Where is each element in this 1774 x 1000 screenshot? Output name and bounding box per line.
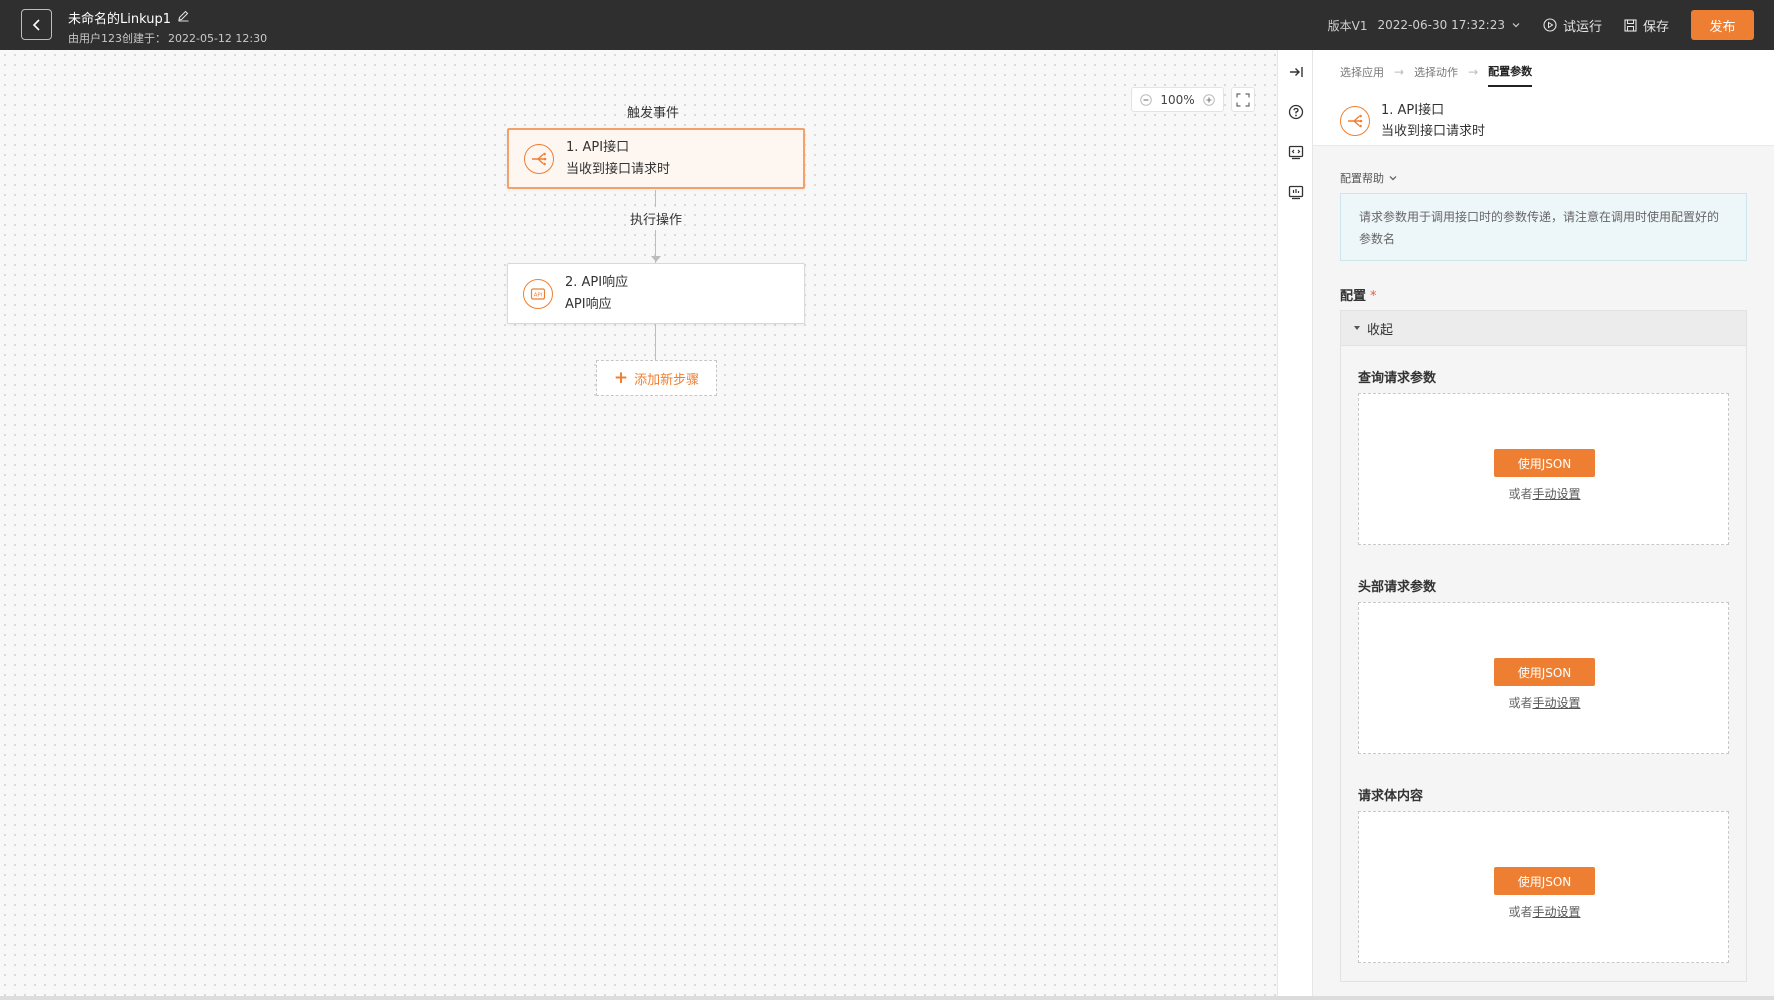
fullscreen-button[interactable] bbox=[1231, 87, 1255, 112]
collapse-label: 收起 bbox=[1367, 322, 1394, 338]
arrow-right-icon: → bbox=[1394, 65, 1405, 79]
trial-run-button[interactable]: 试运行 bbox=[1543, 16, 1602, 35]
flow-node-trigger[interactable]: 1. API接口 当收到接口请求时 bbox=[507, 128, 805, 189]
created-at: 2022-05-12 12:30 bbox=[168, 32, 268, 45]
publish-button[interactable]: 发布 bbox=[1691, 10, 1754, 40]
required-mark: * bbox=[1370, 289, 1377, 304]
edit-title-icon[interactable] bbox=[177, 9, 190, 26]
config-panel: 选择应用 → 选择动作 → 配置参数 1. API接口 当收到接口请求时 配置帮… bbox=[1313, 50, 1774, 996]
collapse-toggle[interactable]: 收起 bbox=[1340, 310, 1747, 346]
config-help-text: 请求参数用于调用接口时的参数传递，请注意在调用时使用配置好的参数名 bbox=[1340, 193, 1747, 261]
use-json-button[interactable]: 使用JSON bbox=[1494, 658, 1595, 686]
webhook-icon bbox=[524, 143, 554, 174]
version-time: 2022-06-30 17:32:23 bbox=[1377, 18, 1505, 32]
action-label: 执行操作 bbox=[630, 207, 683, 230]
selected-node: 1. API接口 当收到接口请求时 bbox=[1340, 100, 1485, 142]
top-bar: 未命名的Linkup1 由用户123创建于： 2022-05-12 12:30 版… bbox=[0, 0, 1774, 50]
config-help-label: 配置帮助 bbox=[1340, 172, 1384, 185]
caret-down-icon bbox=[1354, 326, 1360, 330]
title-block: 未命名的Linkup1 由用户123创建于： 2022-05-12 12:30 bbox=[68, 8, 267, 46]
plus-icon: + bbox=[613, 367, 629, 388]
selected-node-subtitle: 当收到接口请求时 bbox=[1381, 124, 1486, 139]
save-button[interactable]: 保存 bbox=[1624, 16, 1669, 35]
manual-setup-link[interactable]: 手动设置 bbox=[1533, 487, 1581, 501]
use-json-button[interactable]: 使用JSON bbox=[1494, 449, 1595, 477]
webhook-icon bbox=[1340, 106, 1370, 136]
query-params-zone: 使用JSON 或者手动设置 bbox=[1358, 393, 1729, 545]
config-label: 配置 * bbox=[1340, 285, 1377, 304]
selected-node-title: 1. API接口 bbox=[1381, 103, 1445, 118]
top-actions: 版本V1 2022-06-30 17:32:23 试运行 保存 发布 bbox=[1328, 9, 1754, 41]
svg-text:API: API bbox=[534, 292, 543, 298]
add-step-button[interactable]: + 添加新步骤 bbox=[596, 360, 717, 396]
bottom-border bbox=[0, 996, 1774, 1000]
code-icon[interactable] bbox=[1286, 142, 1306, 162]
version-selector[interactable]: 版本V1 2022-06-30 17:32:23 bbox=[1328, 17, 1521, 34]
api-icon: API bbox=[523, 278, 553, 309]
step-breadcrumb: 选择应用 → 选择动作 → 配置参数 bbox=[1340, 62, 1533, 87]
use-json-button[interactable]: 使用JSON bbox=[1494, 867, 1595, 895]
flow-canvas[interactable]: 100% 触发事件 1. API接口 当收到接口请求时 执行操作 API 2. … bbox=[0, 50, 1277, 996]
chevron-down-icon bbox=[1512, 23, 1520, 28]
back-button[interactable] bbox=[21, 9, 52, 40]
section-title-body: 请求体内容 bbox=[1358, 789, 1424, 804]
side-toolbar bbox=[1277, 50, 1313, 996]
node-title: 2. API响应 bbox=[565, 274, 629, 290]
config-label-text: 配置 bbox=[1340, 289, 1367, 304]
panel-header: 选择应用 → 选择动作 → 配置参数 1. API接口 当收到接口请求时 bbox=[1313, 50, 1774, 146]
step-config-params[interactable]: 配置参数 bbox=[1488, 57, 1533, 87]
save-label: 保存 bbox=[1642, 19, 1669, 35]
help-icon[interactable] bbox=[1286, 102, 1306, 122]
collapse-panel-icon[interactable] bbox=[1286, 62, 1306, 82]
node-subtitle: API响应 bbox=[565, 296, 612, 312]
step-select-action[interactable]: 选择动作 bbox=[1414, 58, 1458, 86]
step-select-app[interactable]: 选择应用 bbox=[1340, 58, 1384, 86]
zoom-level: 100% bbox=[1160, 92, 1195, 107]
zoom-out-icon[interactable] bbox=[1140, 93, 1152, 106]
manual-setup-link[interactable]: 手动设置 bbox=[1533, 696, 1581, 710]
section-title-header: 头部请求参数 bbox=[1358, 580, 1437, 595]
fullscreen-icon bbox=[1236, 92, 1250, 107]
chevron-left-icon bbox=[32, 18, 40, 31]
or-text: 或者 bbox=[1508, 487, 1533, 501]
flow-node-response[interactable]: API 2. API响应 API响应 bbox=[507, 263, 805, 324]
manual-setup-link[interactable]: 手动设置 bbox=[1533, 905, 1581, 919]
header-params-zone: 使用JSON 或者手动设置 bbox=[1358, 602, 1729, 754]
created-by-label: 由用户123创建于： bbox=[68, 32, 166, 45]
zoom-in-icon[interactable] bbox=[1203, 93, 1215, 106]
arrow-right-icon: → bbox=[1468, 65, 1479, 79]
add-step-label: 添加新步骤 bbox=[634, 372, 700, 388]
or-text: 或者 bbox=[1508, 905, 1533, 919]
config-sections: 查询请求参数 使用JSON 或者手动设置 头部请求参数 使用JSON 或者手动设… bbox=[1340, 346, 1747, 982]
section-title-query: 查询请求参数 bbox=[1358, 371, 1437, 386]
trigger-label: 触发事件 bbox=[627, 106, 680, 121]
node-title: 1. API接口 bbox=[566, 139, 630, 155]
zoom-control: 100% bbox=[1131, 87, 1224, 112]
creation-info: 由用户123创建于： 2022-05-12 12:30 bbox=[68, 30, 267, 46]
save-icon bbox=[1624, 18, 1637, 32]
version-label: 版本V1 bbox=[1327, 18, 1368, 33]
monitor-icon[interactable] bbox=[1286, 182, 1306, 202]
connector-line bbox=[655, 324, 656, 360]
chevron-down-icon bbox=[1389, 176, 1397, 181]
node-subtitle: 当收到接口请求时 bbox=[566, 161, 671, 177]
trial-run-label: 试运行 bbox=[1562, 19, 1602, 35]
or-text: 或者 bbox=[1508, 696, 1533, 710]
body-content-zone: 使用JSON 或者手动设置 bbox=[1358, 811, 1729, 963]
play-circle-icon bbox=[1543, 18, 1557, 32]
page-title: 未命名的Linkup1 bbox=[68, 11, 171, 27]
connector-arrow bbox=[651, 256, 661, 262]
config-help-toggle[interactable]: 配置帮助 bbox=[1340, 170, 1398, 186]
